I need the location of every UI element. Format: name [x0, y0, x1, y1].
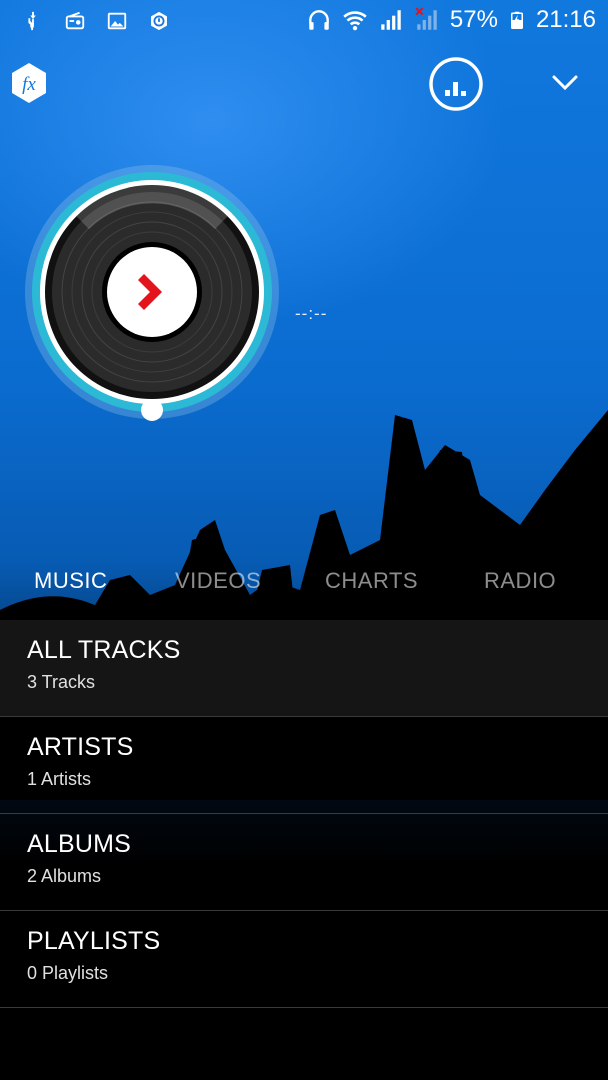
list-item-all-tracks[interactable]: ALL TRACKS 3 Tracks	[0, 620, 608, 717]
list-item-artists[interactable]: ARTISTS 1 Artists	[0, 717, 608, 814]
list-item-title: ARTISTS	[27, 733, 134, 761]
list-item-title: PLAYLISTS	[27, 927, 161, 955]
fx-icon[interactable]: fx	[10, 62, 48, 104]
tab-radio[interactable]: RADIO	[484, 568, 556, 594]
chevron-down-icon[interactable]	[548, 68, 582, 98]
usb-icon	[28, 11, 36, 31]
progress-handle[interactable]	[141, 399, 163, 421]
image-icon	[107, 12, 127, 30]
status-bar: 57% 21:16	[0, 0, 608, 46]
track-time: --:--	[295, 304, 328, 323]
list-item-subtitle: 1 Artists	[27, 769, 92, 789]
list-item-playlists[interactable]: PLAYLISTS 0 Playlists	[0, 911, 608, 1008]
battery-percent: 57%	[449, 6, 498, 33]
equalizer-button[interactable]	[428, 56, 484, 112]
sync-icon	[151, 11, 167, 31]
vinyl-disc-player[interactable]	[22, 162, 282, 422]
headphones-icon	[309, 10, 329, 30]
equalizer-icon	[445, 82, 466, 96]
signal-icon	[381, 10, 401, 30]
list-item-title: ALBUMS	[27, 830, 132, 858]
fx-label: fx	[22, 74, 36, 95]
list-item-albums[interactable]: ALBUMS 2 Albums	[0, 814, 608, 911]
wifi-icon	[343, 11, 367, 31]
list-item-subtitle: 2 Albums	[27, 866, 102, 886]
list-item-subtitle: 0 Playlists	[27, 963, 109, 983]
tab-charts[interactable]: CHARTS	[325, 568, 418, 594]
battery-charging-icon	[510, 11, 523, 29]
list-item-subtitle: 3 Tracks	[27, 672, 96, 692]
tab-music[interactable]: MUSIC	[34, 568, 107, 594]
tab-videos[interactable]: VIDEOS	[175, 568, 261, 594]
signal-no-sim-icon	[415, 7, 437, 30]
clock: 21:16	[535, 6, 596, 33]
library-list: ALL TRACKS 3 Tracks ARTISTS 1 Artists AL…	[0, 620, 608, 1008]
library-tabs: MUSIC VIDEOS CHARTS RADIO	[0, 560, 608, 604]
radio-icon	[65, 11, 85, 30]
list-item-title: ALL TRACKS	[27, 636, 181, 664]
